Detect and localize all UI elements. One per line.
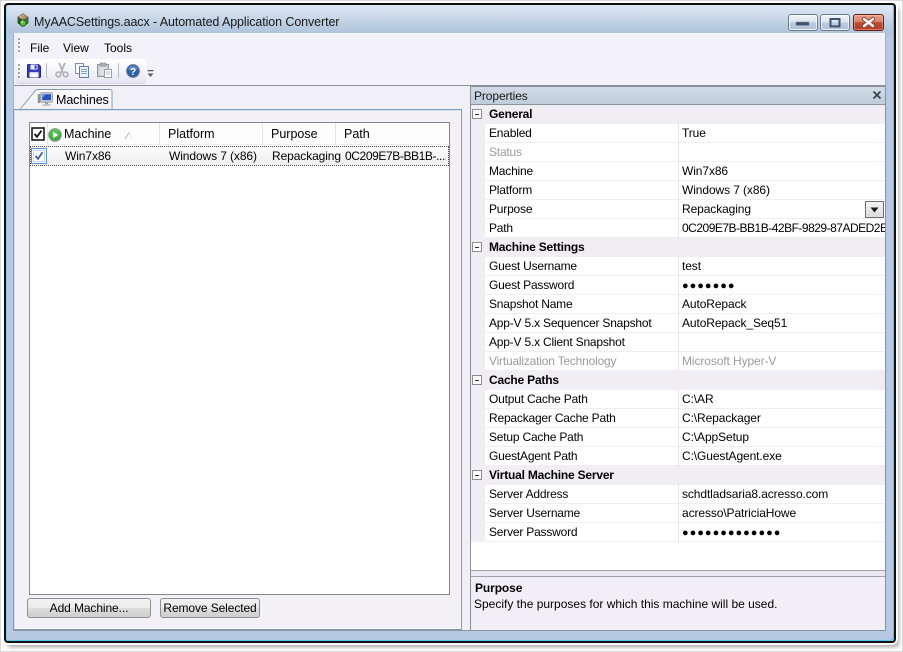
svg-text:?: ? — [130, 67, 136, 78]
